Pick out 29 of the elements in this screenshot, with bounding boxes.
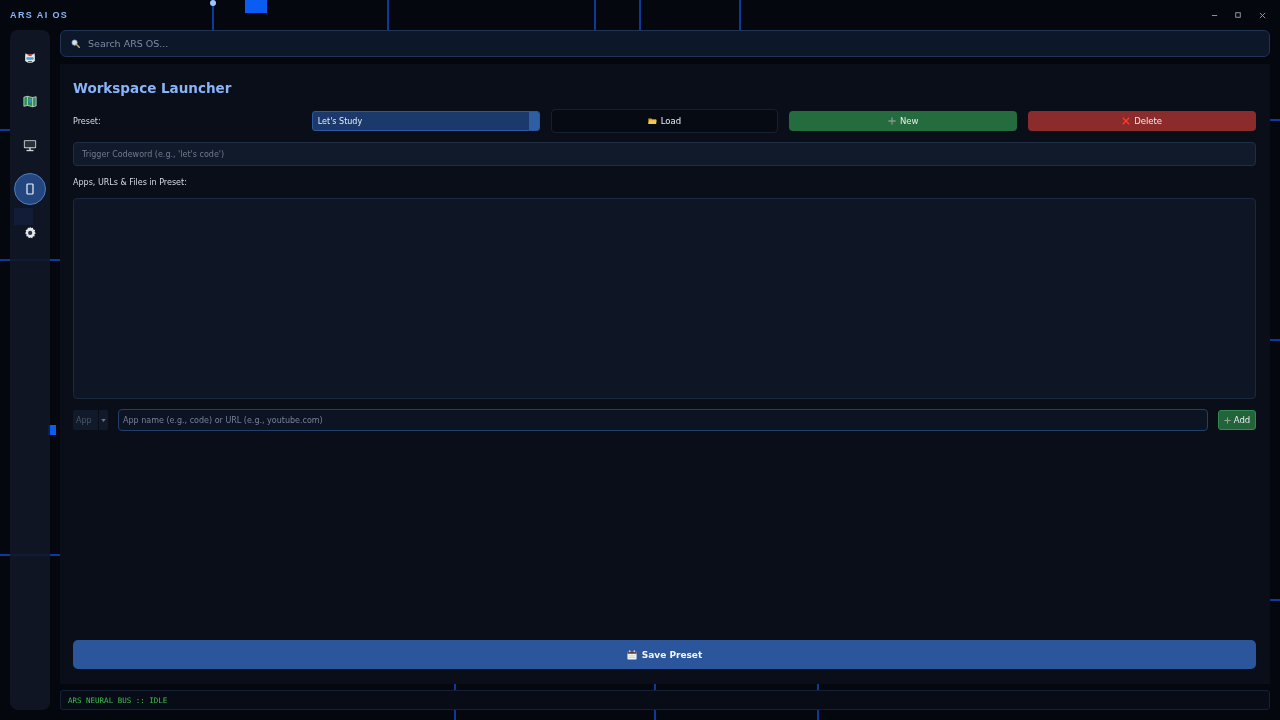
search-field[interactable]: Search ARS OS... (60, 30, 1270, 57)
map-icon (23, 95, 37, 108)
phone-icon (26, 182, 34, 195)
window-title: ARS AI OS (10, 10, 69, 20)
sidebar-item[interactable] (14, 172, 46, 205)
codeword-field[interactable]: Trigger Codeword (e.g., 'let's code') (73, 142, 1256, 166)
cross-icon (1122, 117, 1131, 125)
gear-icon (23, 225, 37, 239)
delete-button[interactable]: Delete (1028, 111, 1256, 131)
robot-icon (23, 51, 37, 65)
monitor-icon (23, 138, 37, 152)
calendar-icon (626, 649, 637, 660)
items-label: Apps, URLs & Files in Preset: (73, 178, 187, 188)
plus-icon (1223, 416, 1231, 424)
search-icon (71, 39, 80, 48)
panel-title: Workspace Launcher (73, 79, 232, 98)
caret-icon (101, 418, 106, 422)
load-button[interactable]: Load (550, 109, 779, 133)
maximize-icon (1235, 12, 1241, 18)
close-icon (1258, 11, 1266, 19)
folder-icon (647, 117, 657, 125)
new-button[interactable]: New (789, 111, 1018, 131)
plus-icon (888, 117, 896, 125)
preset-dropdown[interactable]: Let's Study (311, 111, 540, 131)
save-preset-button[interactable]: Save Preset (73, 640, 1256, 669)
dropdown-toggle[interactable] (528, 112, 539, 130)
preset-label: Preset: (73, 116, 101, 126)
add-button[interactable]: Add (1218, 410, 1256, 430)
app-url-field[interactable]: App name (e.g., code) or URL (e.g., youtube.com) (118, 409, 1208, 431)
